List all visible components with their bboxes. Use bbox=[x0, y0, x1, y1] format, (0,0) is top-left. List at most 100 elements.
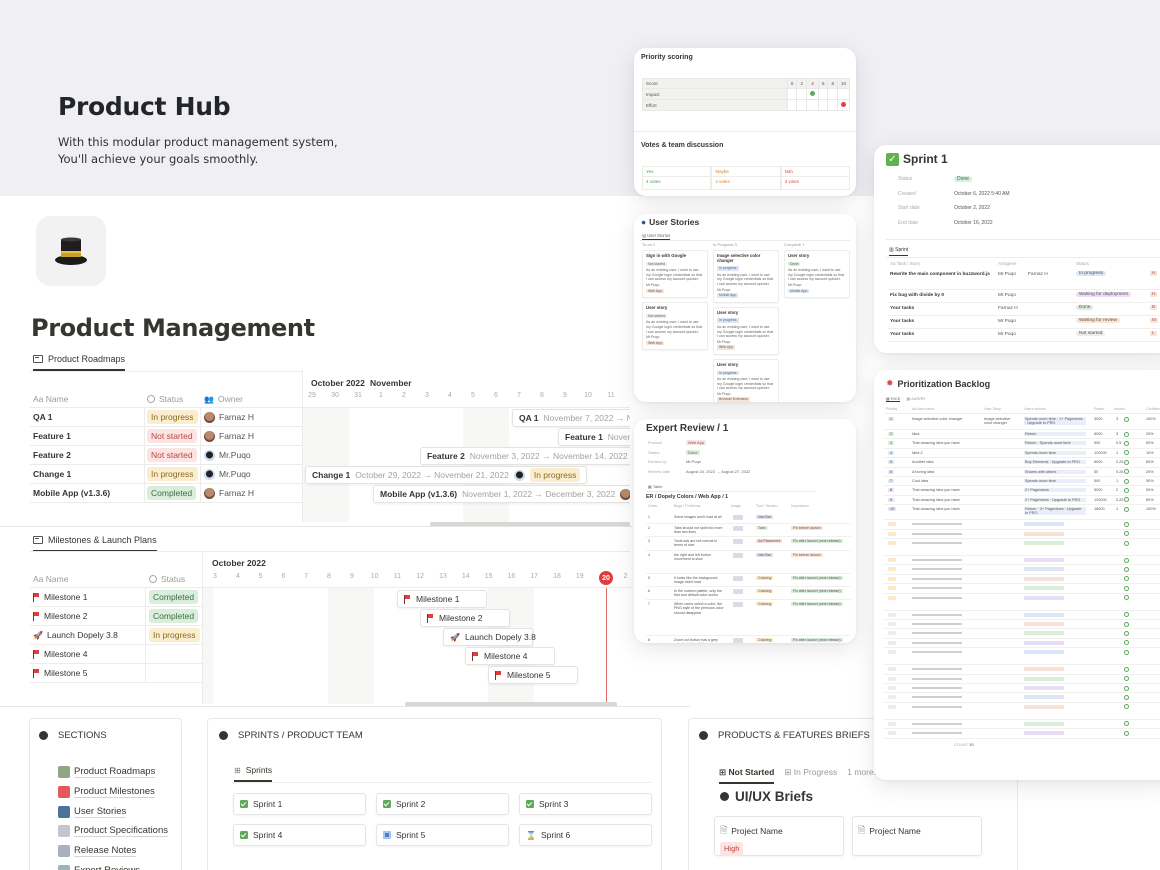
timeline-bar[interactable]: Change 1 October 29, 2022 → November 21, … bbox=[305, 466, 588, 484]
story-card[interactable]: User story In progress As an existing user… bbox=[713, 306, 779, 355]
er-table-row[interactable]: 8 Zoom out button has a grey color but it… bbox=[646, 636, 851, 643]
table-row[interactable]: Change 1 In progress Mr.Puqo bbox=[30, 465, 302, 484]
score-cell[interactable] bbox=[827, 88, 838, 100]
section-link[interactable]: Product Specifications bbox=[58, 825, 168, 838]
tab-rice[interactable]: ▦ RICE bbox=[886, 396, 901, 402]
sprint-card[interactable]: ⌛ Sprint 6 bbox=[519, 824, 652, 846]
column-header[interactable]: Aa Task / Story bbox=[890, 261, 920, 266]
backlog-row[interactable] bbox=[884, 556, 1160, 566]
table-row[interactable]: QA 1 In progress Farnaz H bbox=[30, 408, 302, 427]
score-cell[interactable] bbox=[796, 99, 807, 111]
backlog-row[interactable]: 4 Idea 2 Spends more time 120000 1 10% bbox=[884, 449, 1160, 459]
column-header-name[interactable]: Aa Name bbox=[33, 394, 68, 404]
score-cell[interactable] bbox=[817, 99, 829, 111]
backlog-row[interactable] bbox=[884, 720, 1160, 730]
backlog-row[interactable] bbox=[884, 703, 1160, 720]
er-table-row[interactable]: 3 Tools ads are not normal in terms of si… bbox=[646, 537, 851, 551]
tab-not-started[interactable]: ⊞ Not Started bbox=[719, 767, 775, 784]
column-header[interactable]: Impact bbox=[1114, 407, 1125, 411]
sprint-task-row[interactable]: Rewrite the main component in buzzword.j… bbox=[888, 269, 1160, 290]
section-link[interactable]: Product Roadmaps bbox=[58, 766, 156, 778]
backlog-row[interactable] bbox=[884, 539, 1160, 556]
section-link[interactable]: Expert Reviews bbox=[58, 865, 140, 870]
property-value[interactable]: Done bbox=[954, 176, 972, 182]
column-header[interactable]: Tool / Section bbox=[756, 504, 778, 508]
backlog-row[interactable] bbox=[884, 565, 1160, 575]
table-row[interactable]: Milestone 5 bbox=[30, 664, 202, 683]
score-cell[interactable] bbox=[796, 88, 807, 100]
backlog-row[interactable]: 5 Another idea Buy Elements · Upgrade to P… bbox=[884, 458, 1160, 468]
column-header-status[interactable]: Status bbox=[149, 574, 185, 584]
screenshot-thumbnail[interactable] bbox=[733, 526, 743, 531]
story-card[interactable]: Image selective color changer In progress… bbox=[713, 250, 779, 303]
milestone-bar[interactable]: Milestone 1 bbox=[397, 590, 487, 608]
user-story-link[interactable]: Image selective color changer bbox=[984, 417, 1018, 425]
score-cell[interactable] bbox=[786, 99, 798, 111]
property-value[interactable]: October 6, 2022 5:40 AM bbox=[954, 191, 1010, 197]
column-header-owner[interactable]: 👥 Owner bbox=[204, 394, 243, 404]
score-cell[interactable] bbox=[836, 99, 851, 111]
er-table-row[interactable]: 7 When users select a color, the PNG styl… bbox=[646, 600, 851, 636]
er-table-row[interactable]: 1 Some images won't load at all Nav Bar bbox=[646, 513, 851, 524]
backlog-row[interactable] bbox=[884, 693, 1160, 703]
tab-milestones-launch-plans[interactable]: Milestones & Launch Plans bbox=[33, 535, 157, 552]
section-link[interactable]: Product Milestones bbox=[58, 785, 155, 798]
backlog-row[interactable] bbox=[884, 575, 1160, 585]
backlog-row[interactable] bbox=[884, 520, 1160, 530]
table-row[interactable]: 🚀 Launch Dopely 3.8 In progress bbox=[30, 626, 202, 645]
table-row[interactable]: Feature 2 Not started Mr.Puqo bbox=[30, 446, 302, 465]
score-cell[interactable] bbox=[827, 99, 838, 111]
score-cell[interactable] bbox=[836, 88, 851, 100]
roadmap-timeline[interactable]: October 2022 November 29 30 31 1 2 3 4 5 6 7 8 9 10 1… bbox=[302, 370, 630, 522]
tab-user-stories[interactable]: ▤ User Stories bbox=[642, 233, 671, 240]
er-table-row[interactable]: 2 Tabs should not split into more than tw… bbox=[646, 524, 851, 537]
backlog-row[interactable] bbox=[884, 684, 1160, 694]
column-header[interactable]: Order bbox=[648, 504, 657, 508]
column-header[interactable]: Priority bbox=[886, 407, 897, 411]
property-value[interactable]: August 24, 2022 → August 27, 2022 bbox=[686, 469, 750, 474]
sprint-task-row[interactable]: Fix bug with divide by 0 Mr.Puqo Waiting f… bbox=[888, 290, 1160, 303]
table-row[interactable]: Milestone 4 bbox=[30, 645, 202, 664]
sprint-task-row[interactable]: Your tasks Mr.Puqo Not started L bbox=[888, 329, 1160, 342]
score-cell[interactable] bbox=[805, 88, 819, 100]
column-header-status[interactable]: Status bbox=[147, 394, 183, 404]
milestone-bar[interactable]: 🚀 Launch Dopely 3.8 bbox=[443, 628, 536, 646]
er-table-row[interactable]: 5 it looks like the background image didn… bbox=[646, 574, 851, 587]
sprint-task-row[interactable]: Your tasks Mr.Puqo Waiting for review M bbox=[888, 316, 1160, 329]
vote-column[interactable]: Yes 4 votes bbox=[642, 166, 712, 190]
table-row[interactable]: Milestone 2 Completed bbox=[30, 607, 202, 626]
screenshot-thumbnail[interactable] bbox=[733, 539, 743, 544]
column-header[interactable]: Status bbox=[1076, 261, 1089, 266]
screenshot-thumbnail[interactable] bbox=[733, 515, 743, 520]
property-value[interactable]: Web App bbox=[686, 440, 707, 445]
milestone-bar[interactable]: Milestone 4 bbox=[465, 647, 555, 665]
table-row[interactable]: Mobile App (v1.3.6) Completed Farnaz H bbox=[30, 484, 302, 503]
score-cell[interactable] bbox=[786, 88, 798, 100]
story-card[interactable]: User story In progress As an existing user… bbox=[713, 358, 779, 402]
milestones-timeline[interactable]: October 2022 3 4 5 6 7 8 9 10 11 12 13 14 15 16 17 18 19… bbox=[202, 552, 632, 704]
column-header[interactable]: User Story bbox=[984, 407, 1001, 411]
milestone-bar[interactable]: Milestone 5 bbox=[488, 666, 578, 684]
backlog-row[interactable] bbox=[884, 729, 1160, 739]
brief-card[interactable]: 🗎 Project Name bbox=[852, 816, 982, 856]
column-header[interactable]: Importance bbox=[791, 504, 809, 508]
column-header[interactable]: Image bbox=[731, 504, 741, 508]
sprint-task-row[interactable]: Your tasks Farnaz H Done B bbox=[888, 303, 1160, 316]
screenshot-thumbnail[interactable] bbox=[733, 553, 743, 558]
backlog-row[interactable] bbox=[884, 639, 1160, 649]
column-header[interactable]: Aa Idea name bbox=[912, 407, 934, 411]
er-table-row[interactable]: 4 the right and left button movement is s… bbox=[646, 551, 851, 574]
property-value[interactable]: October 16, 2022 bbox=[954, 220, 993, 226]
timeline-bar[interactable]: QA 1 November 7, 2022 → November 15, 2022… bbox=[512, 409, 630, 427]
table-row[interactable]: Feature 1 Not started Farnaz H bbox=[30, 427, 302, 446]
section-link[interactable]: Release Notes bbox=[58, 845, 137, 858]
backlog-row[interactable] bbox=[884, 620, 1160, 630]
section-link[interactable]: User Stories bbox=[58, 805, 127, 818]
sprint-card[interactable]: Sprint 5 bbox=[376, 824, 509, 846]
backlog-row[interactable]: 8 That amazing idea you have 2+ Pageviews 5… bbox=[884, 486, 1160, 496]
backlog-row[interactable] bbox=[884, 530, 1160, 539]
column-header[interactable]: Assignee bbox=[998, 261, 1017, 266]
backlog-row[interactable]: 2 Idea Return 8000 3 20% bbox=[884, 430, 1160, 440]
backlog-row[interactable]: 7 Cool idea Spends more time 500 1 50% bbox=[884, 477, 1160, 487]
backlog-row[interactable] bbox=[884, 665, 1160, 675]
